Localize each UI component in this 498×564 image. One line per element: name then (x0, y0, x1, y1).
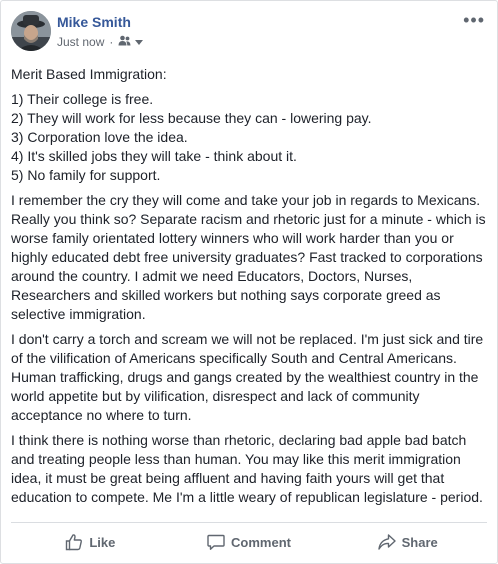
friends-icon[interactable] (118, 35, 131, 49)
like-button[interactable]: Like (11, 525, 170, 559)
timestamp[interactable]: Just now (57, 35, 104, 49)
post-meta: Just now · (57, 35, 144, 49)
list-item: 4) It's skilled jobs they will take - th… (11, 148, 297, 164)
post-paragraph: I don't carry a torch and scream we will… (11, 331, 484, 423)
post-body: Merit Based Immigration: 1) Their colleg… (11, 65, 489, 513)
share-button[interactable]: Share (328, 525, 487, 559)
comment-icon (207, 533, 225, 551)
list-item: 5) No family for support. (11, 167, 161, 183)
avatar-image (11, 11, 51, 51)
avatar[interactable] (11, 11, 51, 51)
list-item: 2) They will work for less because they … (11, 110, 372, 126)
post-card: Mike Smith Just now · ••• Merit Based Im… (0, 0, 498, 564)
separator-dot: · (109, 35, 114, 49)
like-label: Like (89, 534, 116, 550)
post-list: 1) Their college is free. 2) They will w… (11, 90, 489, 185)
author-name[interactable]: Mike Smith (57, 14, 131, 30)
post-paragraph: I think there is nothing worse than rhet… (11, 432, 483, 505)
post-header: Mike Smith Just now · ••• (11, 11, 489, 55)
privacy-dropdown-chevron-down-icon[interactable] (135, 35, 144, 49)
thumbs-up-icon (65, 533, 83, 551)
list-item: 3) Corporation love the idea. (11, 129, 188, 145)
action-bar: Like Comment Share (11, 525, 487, 559)
list-item: 1) Their college is free. (11, 91, 154, 107)
action-divider (11, 522, 487, 523)
post-title: Merit Based Immigration: (11, 66, 167, 82)
comment-label: Comment (231, 534, 291, 550)
share-arrow-icon (377, 533, 396, 551)
comment-button[interactable]: Comment (170, 525, 329, 559)
post-paragraph: I remember the cry they will come and ta… (11, 192, 486, 322)
more-options-icon[interactable]: ••• (463, 11, 485, 29)
share-label: Share (401, 534, 438, 550)
